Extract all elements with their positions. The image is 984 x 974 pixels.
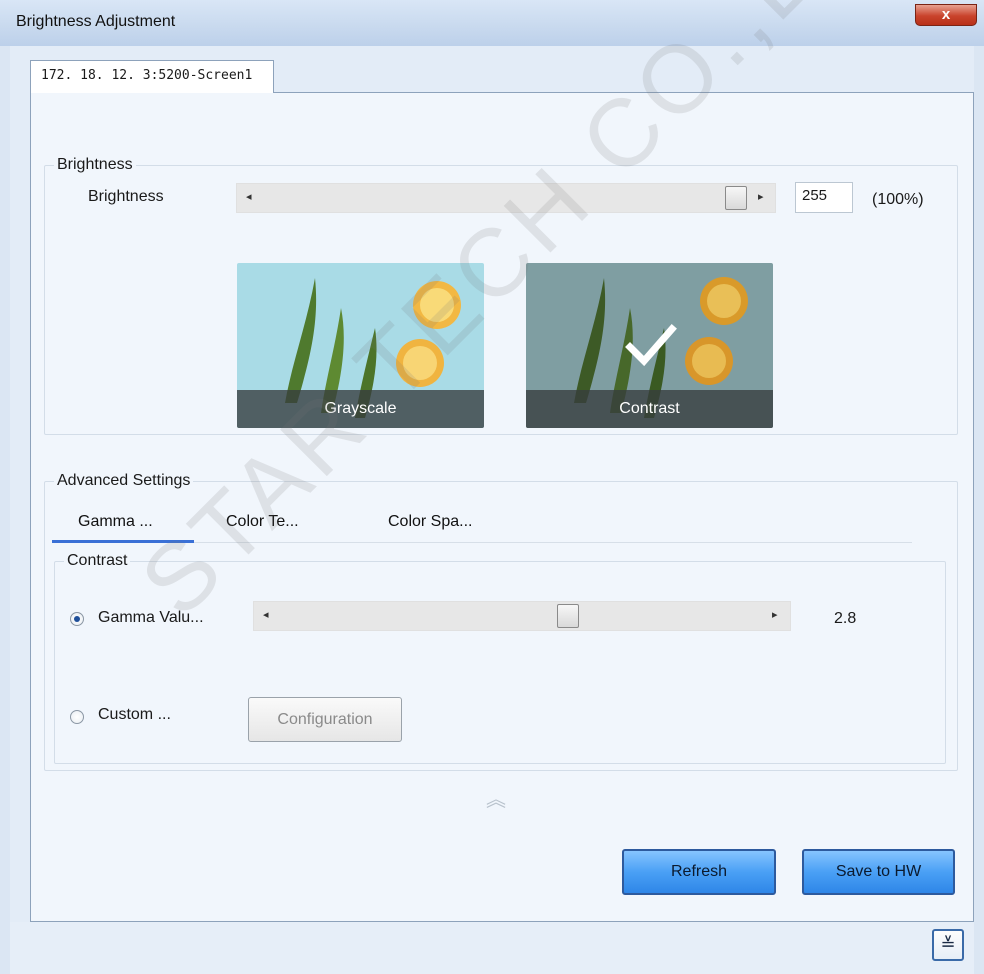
gamma-value-readout: 2.8 xyxy=(834,610,857,627)
contrast-group-label: Contrast xyxy=(64,552,131,570)
slider-left-arrow-icon[interactable]: ◂ xyxy=(246,190,252,203)
title-bar[interactable]: Brightness Adjustment xyxy=(0,0,984,46)
window-border-left xyxy=(0,46,10,974)
expand-button[interactable]: ≚ xyxy=(932,929,964,961)
save-to-hw-button[interactable]: Save to HW xyxy=(802,849,955,895)
brightness-percent: (100%) xyxy=(872,191,924,208)
brightness-value-input[interactable]: 255 xyxy=(795,182,853,213)
contrast-mode-tile[interactable]: Contrast xyxy=(526,263,773,428)
gamma-radio-selected-dot xyxy=(74,616,80,622)
brightness-group-label: Brightness xyxy=(54,156,136,174)
configuration-button[interactable]: Configuration xyxy=(248,697,402,742)
brightness-slider[interactable] xyxy=(236,183,776,213)
close-button[interactable]: x xyxy=(915,4,977,26)
contrast-label: Contrast xyxy=(526,390,773,428)
custom-label: Custom ... xyxy=(98,706,171,723)
gamma-slider-thumb[interactable] xyxy=(557,604,579,628)
refresh-button[interactable]: Refresh xyxy=(622,849,776,895)
collapse-chevron-icon[interactable]: ︽ xyxy=(486,783,506,812)
brightness-slider-thumb[interactable] xyxy=(725,186,747,210)
window-title: Brightness Adjustment xyxy=(16,13,176,30)
close-icon: x xyxy=(941,6,951,23)
gamma-value-label: Gamma Valu... xyxy=(98,609,204,626)
slider-left-arrow-icon[interactable]: ◂ xyxy=(263,608,269,621)
gamma-radio[interactable] xyxy=(70,612,84,626)
slider-right-arrow-icon[interactable]: ▸ xyxy=(772,608,778,621)
tab-gamma[interactable]: Gamma ... xyxy=(78,513,153,531)
custom-radio[interactable] xyxy=(70,710,84,724)
window-border-right xyxy=(974,46,984,974)
grayscale-mode-tile[interactable]: Grayscale xyxy=(237,263,484,428)
advanced-settings-label: Advanced Settings xyxy=(54,472,194,490)
double-chevron-down-icon: ≚ xyxy=(940,934,956,954)
tab-color-space[interactable]: Color Spa... xyxy=(388,513,472,531)
contrast-group xyxy=(54,561,946,764)
slider-right-arrow-icon[interactable]: ▸ xyxy=(758,190,764,203)
grayscale-label: Grayscale xyxy=(237,390,484,428)
active-tab-indicator xyxy=(52,540,194,543)
brightness-slider-label: Brightness xyxy=(88,188,164,205)
tab-screen1[interactable]: 172. 18. 12. 3:5200-Screen1 xyxy=(30,60,274,93)
tab-color-temperature[interactable]: Color Te... xyxy=(226,513,299,531)
gamma-slider[interactable] xyxy=(253,601,791,631)
status-strip xyxy=(10,922,974,974)
